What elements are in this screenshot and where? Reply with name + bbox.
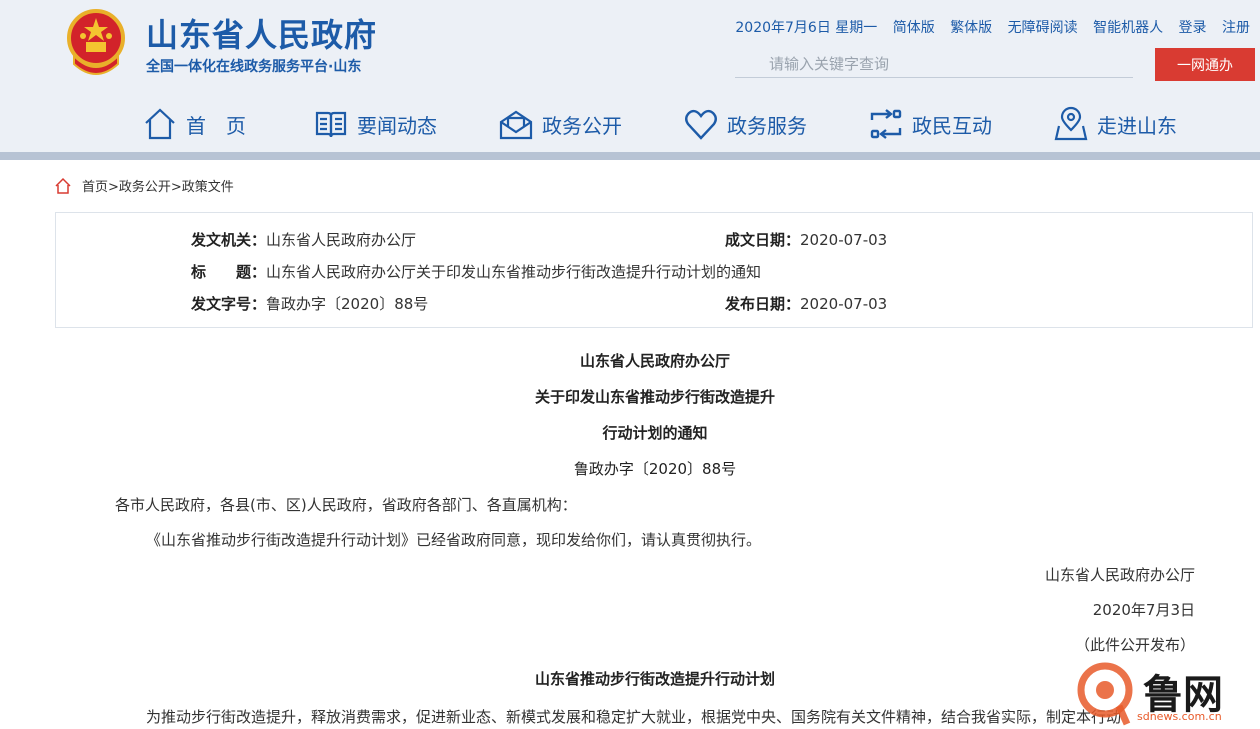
meta-docno: 发文字号：鲁政办字〔2020〕88号 (191, 293, 428, 314)
watermark: 鲁网 sdnews.com.cn (1077, 662, 1257, 729)
sdnews-logo-icon (1077, 662, 1133, 726)
nav-gov-services[interactable]: 政务服务 (683, 104, 807, 144)
site-title[interactable]: 山东省人民政府 (146, 10, 377, 56)
one-network-service-button[interactable]: 一网通办 (1155, 48, 1255, 81)
watermark-url: sdnews.com.cn (1137, 710, 1222, 723)
map-pin-icon (1054, 106, 1088, 141)
nav-news-label: 要闻动态 (357, 113, 437, 138)
meta-title-label: 标 题： (191, 263, 267, 281)
site-subtitle[interactable]: 全国一体化在线政务服务平台·山东 (146, 56, 361, 76)
breadcrumb: 首页>政务公开>政策文件 (54, 176, 234, 195)
meta-issuer-value: 山东省人民政府办公厅 (266, 231, 417, 249)
meta-issuer-label: 发文机关： (191, 231, 267, 249)
nav-interaction-label: 政民互动 (912, 113, 992, 138)
nav-about-shandong[interactable]: 走进山东 (1053, 104, 1177, 144)
nav-gov-affairs[interactable]: 政务公开 (498, 104, 622, 144)
meta-created-label: 成文日期： (725, 231, 801, 249)
nav-home-label: 首 页 (186, 113, 246, 138)
doc-sign-date: 2020年7月3日 (1092, 601, 1195, 619)
breadcrumb-path[interactable]: 首页>政务公开>政策文件 (82, 176, 234, 195)
meta-title-value: 山东省人民政府办公厅关于印发山东省推动步行街改造提升行动计划的通知 (266, 263, 762, 281)
book-icon (315, 111, 347, 138)
doc-publish-note: （此件公开发布） (1074, 636, 1195, 654)
doc-heading-2: 关于印发山东省推动步行街改造提升 (534, 388, 775, 406)
meta-published-label: 发布日期： (725, 295, 801, 313)
meta-published-value: 2020-07-03 (800, 295, 888, 313)
nav-interaction[interactable]: 政民互动 (868, 104, 992, 144)
doc-heading-3: 行动计划的通知 (602, 424, 708, 442)
nav-about-shandong-label: 走进山东 (1097, 113, 1177, 138)
login-link[interactable]: 登录 (1179, 20, 1207, 36)
meta-created: 成文日期：2020-07-03 (725, 229, 887, 250)
doc-body-1: 《山东省推动步行街改造提升行动计划》已经省政府同意，现印发给你们，请认真贯彻执行… (146, 531, 762, 549)
home-icon (145, 108, 175, 140)
traditional-link[interactable]: 繁体版 (950, 20, 992, 36)
search-input[interactable] (735, 50, 1133, 78)
plan-title: 山东省推动步行街改造提升行动计划 (534, 670, 775, 688)
doc-heading-1: 山东省人民政府办公厅 (579, 352, 730, 370)
nav-news[interactable]: 要闻动态 (313, 104, 437, 144)
current-date: 2020年7月6日 星期一 (735, 20, 878, 36)
meta-title: 标 题：山东省人民政府办公厅关于印发山东省推动步行街改造提升行动计划的通知 (191, 261, 761, 282)
meta-published: 发布日期：2020-07-03 (725, 293, 887, 314)
doc-number: 鲁政办字〔2020〕88号 (573, 460, 737, 478)
exchange-icon (870, 109, 902, 139)
plan-intro: 为推动步行街改造提升，释放消费需求，促进新业态、新模式发展和稳定扩大就业，根据党… (146, 708, 1122, 726)
main-nav: 首 页 要闻动态 政务公开 政务服务 政民互动 走进山东 (0, 100, 1260, 150)
heart-icon (685, 109, 717, 140)
meta-created-value: 2020-07-03 (800, 231, 888, 249)
accessible-reading-link[interactable]: 无障碍阅读 (1008, 20, 1078, 36)
meta-docno-value: 鲁政办字〔2020〕88号 (266, 295, 429, 313)
doc-recipients: 各市人民政府，各县(市、区)人民政府，省政府各部门、各直属机构： (115, 496, 577, 514)
nav-home[interactable]: 首 页 (142, 104, 246, 144)
register-link[interactable]: 注册 (1222, 20, 1250, 36)
simplified-link[interactable]: 简体版 (893, 20, 935, 36)
header-divider (0, 152, 1260, 160)
smart-robot-link[interactable]: 智能机器人 (1093, 20, 1163, 36)
nav-gov-services-label: 政务服务 (727, 113, 807, 138)
top-links: 2020年7月6日 星期一 简体版 繁体版 无障碍阅读 智能机器人 登录 注册 (724, 17, 1250, 37)
mail-document-icon (499, 110, 533, 140)
meta-issuer: 发文机关：山东省人民政府办公厅 (191, 229, 416, 250)
national-emblem-icon[interactable] (66, 8, 126, 76)
doc-sign-org: 山东省人民政府办公厅 (1044, 566, 1195, 584)
home-icon[interactable] (54, 177, 72, 195)
meta-docno-label: 发文字号： (191, 295, 267, 313)
nav-gov-affairs-label: 政务公开 (542, 113, 622, 138)
